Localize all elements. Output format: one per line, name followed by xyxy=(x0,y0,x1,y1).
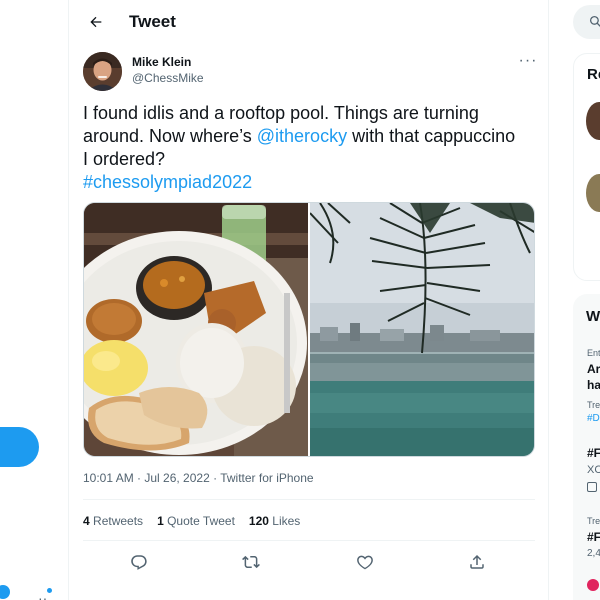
quotes-label: Quote Tweet xyxy=(167,514,235,528)
relevant-people-card: Re xyxy=(573,53,600,281)
quote-tweets-stat[interactable]: 1 Quote Tweet xyxy=(157,514,235,528)
trend-meta: Ent xyxy=(587,348,600,358)
quotes-count: 1 xyxy=(157,514,164,528)
search-icon xyxy=(589,15,600,27)
whats-happening-card: W Ent Ar ha Tre #D #F XC Tre #F 2,4 xyxy=(573,294,600,600)
reply-icon[interactable] xyxy=(125,548,153,576)
divider xyxy=(83,540,535,541)
likes-label: Likes xyxy=(272,514,301,528)
trend-title[interactable]: #F xyxy=(587,446,600,460)
trend-title[interactable]: Ar xyxy=(587,362,600,376)
avatar[interactable] xyxy=(586,174,600,212)
tweet-timestamp[interactable]: 10:01 AM · Jul 26, 2022 · Twitter for iP… xyxy=(83,471,314,485)
retweets-stat[interactable]: 4 Retweets xyxy=(83,514,143,528)
account-more-icon[interactable]: ·· xyxy=(38,590,47,600)
share-icon[interactable] xyxy=(463,548,491,576)
main-column: Tweet Mike Klein @ChessMike ··· I found … xyxy=(68,0,549,600)
verified-icon xyxy=(0,585,10,599)
likes-stat[interactable]: 120 Likes xyxy=(249,514,300,528)
hashtag-link[interactable]: #chessolympiad2022 xyxy=(83,171,543,194)
avatar[interactable] xyxy=(586,102,600,140)
retweet-icon[interactable] xyxy=(237,548,265,576)
tweet-actions xyxy=(83,548,535,576)
trend-meta: Tre xyxy=(587,400,600,410)
tweet-media xyxy=(83,202,535,457)
breakfast-photo[interactable] xyxy=(84,203,308,456)
trend-meta: XC xyxy=(587,464,600,476)
tweet-text-line: I ordered? xyxy=(83,149,166,169)
trend-title[interactable]: #F xyxy=(587,530,600,544)
tweet-text-line: around. Now where’s @itherocky with that… xyxy=(83,125,543,148)
page-title: Tweet xyxy=(129,12,176,31)
card-title-fragment: Re xyxy=(587,66,600,83)
left-nav-fragment: ·· xyxy=(0,0,68,600)
back-arrow-icon[interactable] xyxy=(83,9,109,35)
tweet-text: I found idlis and a rooftop pool. Things… xyxy=(83,102,543,194)
author-name[interactable]: Mike Klein xyxy=(132,55,191,69)
trend-meta: 2,4 xyxy=(587,548,600,559)
retweets-label: Retweets xyxy=(93,514,144,528)
trend-title[interactable]: ha xyxy=(587,378,600,392)
tweet-text-fragment: with that cappuccino xyxy=(347,126,516,146)
more-options-icon[interactable]: ··· xyxy=(519,52,537,69)
mention-link[interactable]: @itherocky xyxy=(257,126,347,146)
hashtag-link[interactable]: #D xyxy=(587,413,600,424)
tweet-text-line: I found idlis and a rooftop pool. Things… xyxy=(83,103,479,123)
compose-tweet-button[interactable] xyxy=(0,427,39,467)
external-link-icon xyxy=(587,482,597,492)
tweet-author: Mike Klein @ChessMike ··· xyxy=(83,52,537,92)
retweets-count: 4 xyxy=(83,514,90,528)
like-icon[interactable] xyxy=(351,548,379,576)
page-header: Tweet xyxy=(69,0,549,44)
card-title-fragment: W xyxy=(586,308,600,325)
right-sidebar-fragment: Re W Ent Ar ha Tre #D #F XC Tre #F 2,4 xyxy=(549,0,600,600)
tweet-stats: 4 Retweets 1 Quote Tweet 120 Likes xyxy=(83,514,300,528)
tweet-text-fragment: around. Now where’s xyxy=(83,126,257,146)
author-handle[interactable]: @ChessMike xyxy=(132,71,204,85)
avatar[interactable] xyxy=(83,52,122,91)
trend-thumbnail xyxy=(587,579,599,591)
divider xyxy=(83,499,535,500)
trend-meta: Tre xyxy=(587,516,600,526)
tweet-page: ·· Tweet Mike Klein @ChessMike ··· I fou… xyxy=(0,0,600,600)
rooftop-pool-photo[interactable] xyxy=(309,203,534,456)
likes-count: 120 xyxy=(248,514,269,528)
notification-dot xyxy=(47,588,52,593)
